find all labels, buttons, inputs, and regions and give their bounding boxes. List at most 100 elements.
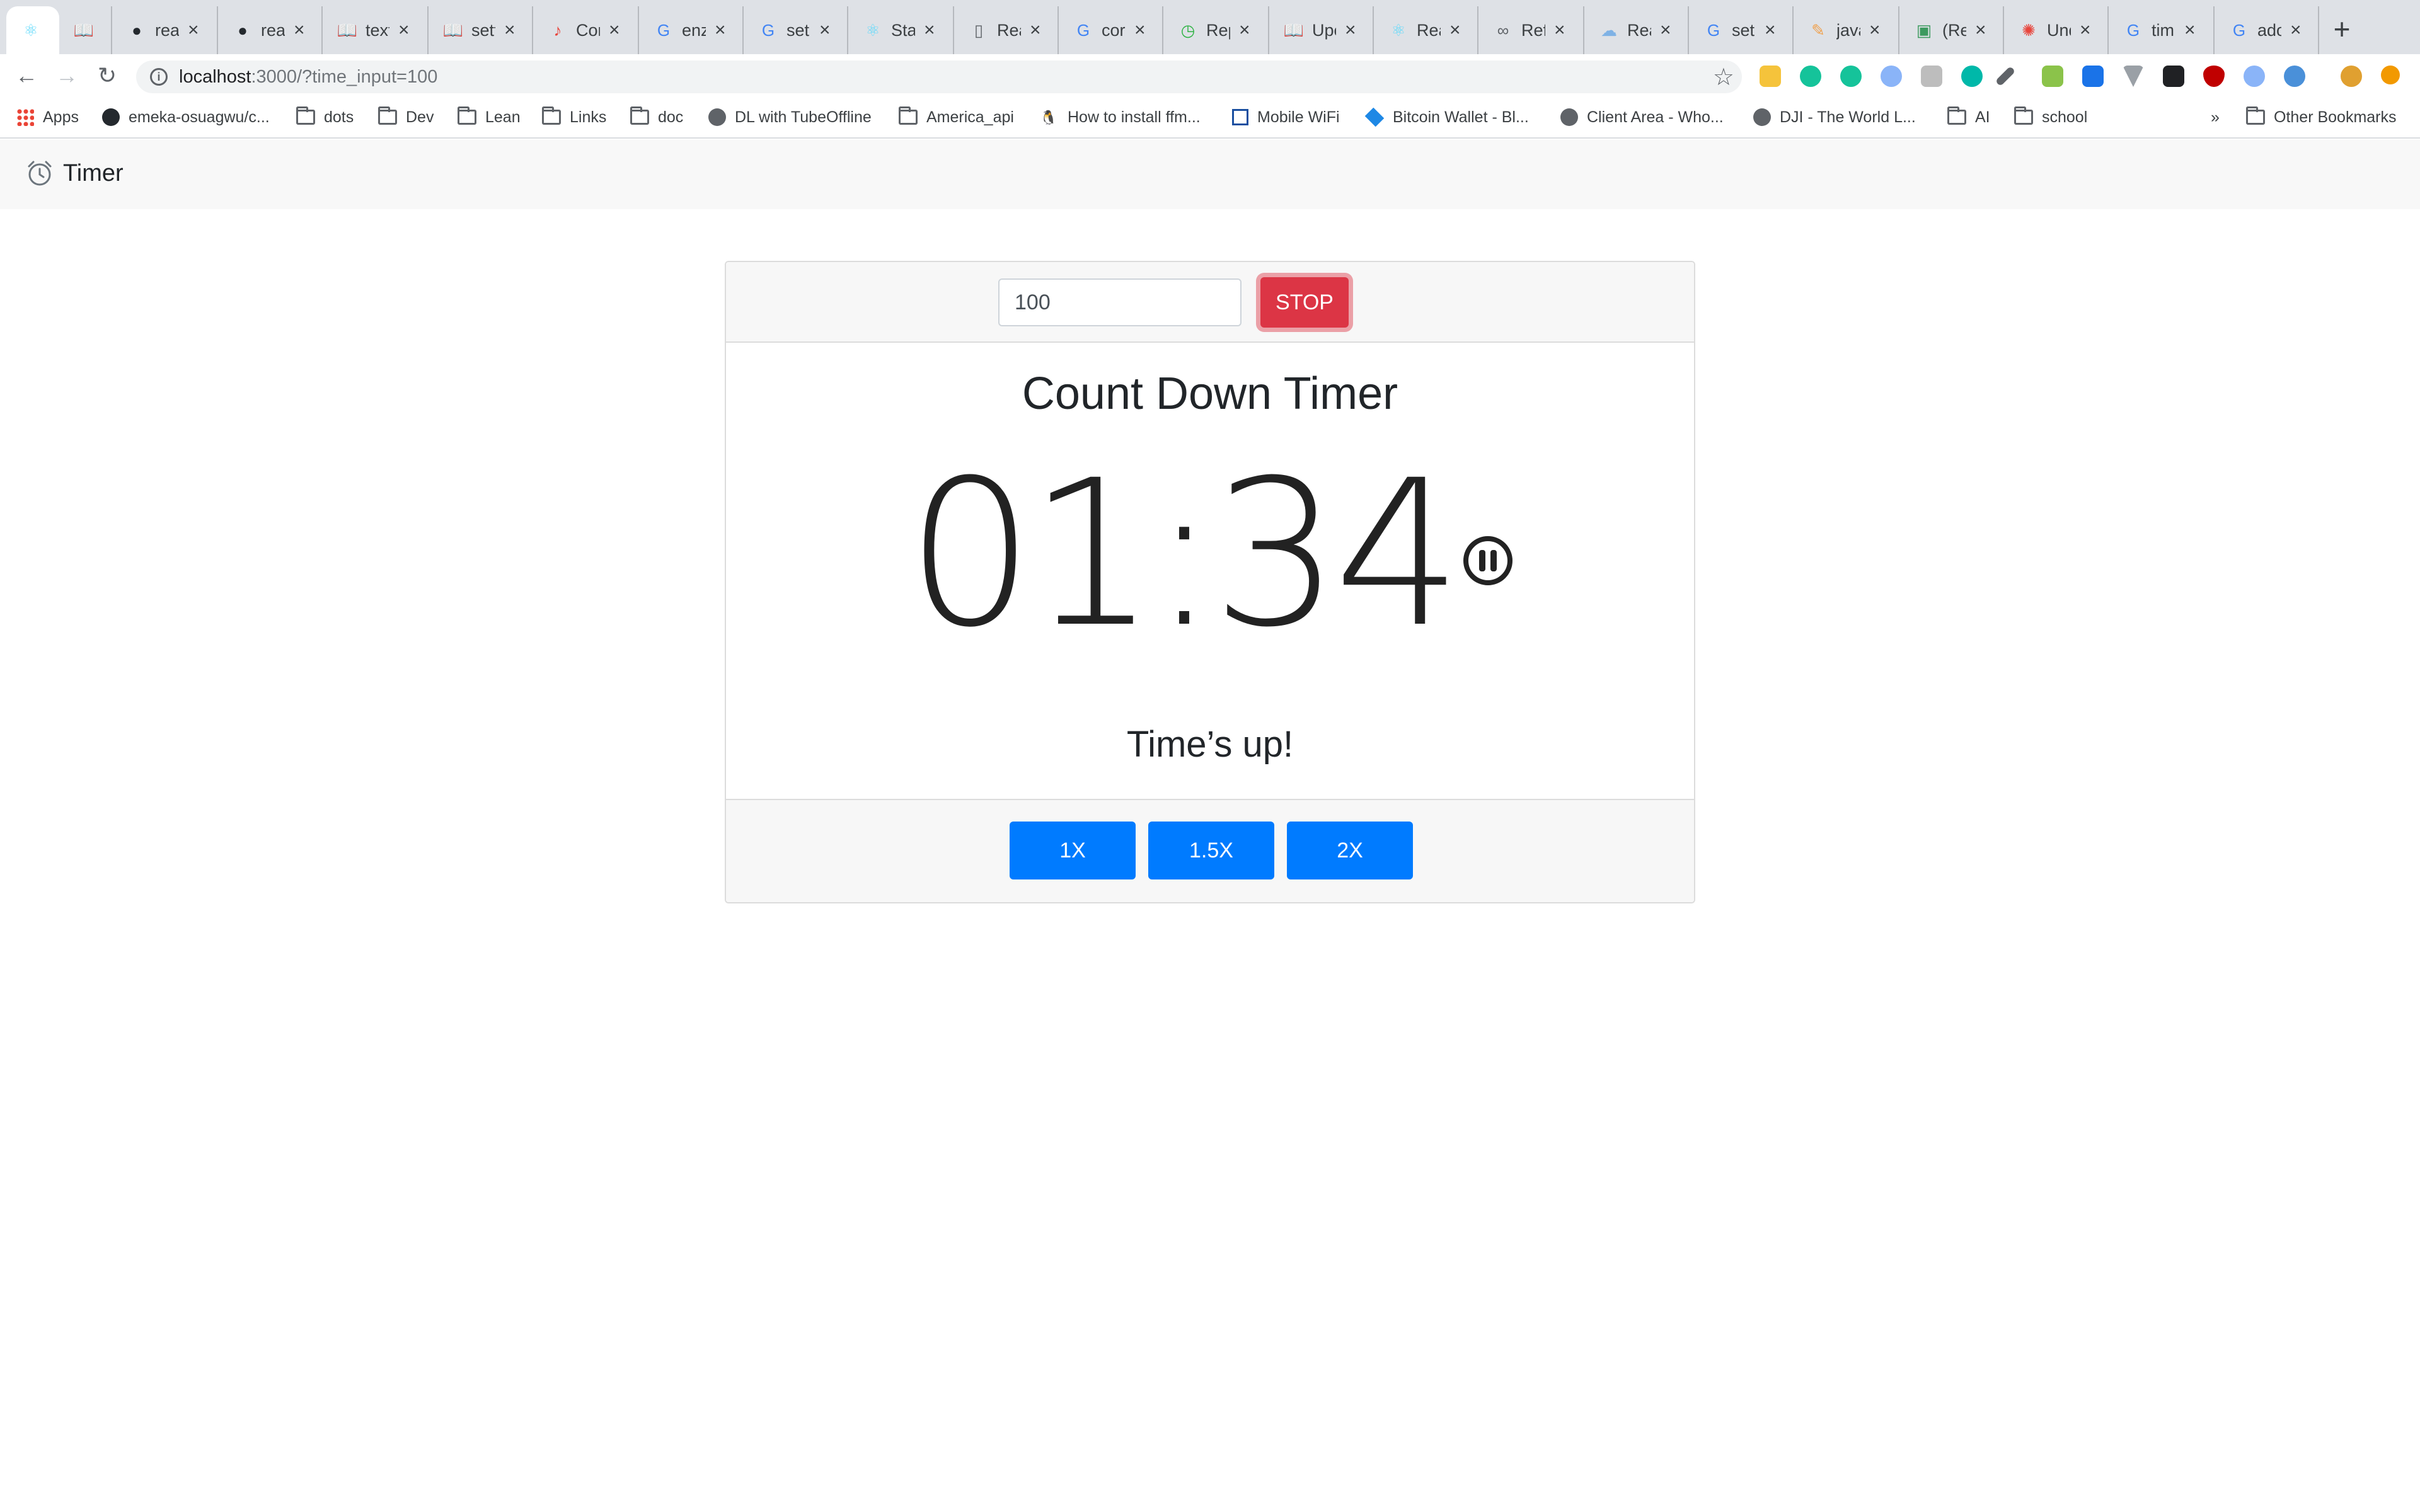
close-tab-icon[interactable]: ×	[1765, 20, 1776, 41]
browser-tab[interactable]: 📖	[59, 6, 112, 54]
close-tab-icon[interactable]: ×	[504, 20, 516, 41]
address-bar[interactable]: i localhost:3000/?time_input=100 ☆	[136, 60, 1742, 93]
close-tab-icon[interactable]: ×	[2290, 20, 2302, 41]
close-tab-icon[interactable]: ×	[819, 20, 831, 41]
bookmark-item[interactable]: AI	[1947, 105, 1990, 130]
browser-tab[interactable]: ✺ Und ×	[2004, 6, 2109, 54]
bookmark-item[interactable]: DJI - The World L...	[1753, 105, 1916, 130]
close-tab-icon[interactable]: ×	[924, 20, 935, 41]
eyedropper-icon[interactable]	[1995, 66, 2016, 87]
bookmark-item[interactable]: school	[2014, 105, 2087, 130]
back-icon[interactable]: ←	[10, 59, 43, 92]
browser-tab[interactable]: ☁ Rea ×	[1584, 6, 1689, 54]
close-tab-icon[interactable]: ×	[1345, 20, 1356, 41]
bookmark-item[interactable]: Dev	[378, 105, 434, 130]
speed-1x-button[interactable]: 1X	[1010, 822, 1136, 879]
extension-icon[interactable]	[1881, 66, 1902, 87]
browser-tab[interactable]: ♪ Cor ×	[533, 6, 639, 54]
browser-tab[interactable]: 📖 text ×	[323, 6, 429, 54]
new-tab-icon[interactable]: +	[2325, 13, 2358, 45]
speed-2x-button[interactable]: 2X	[1287, 822, 1413, 879]
browser-tab[interactable]: Gtim ×	[2109, 6, 2215, 54]
browser-tab[interactable]: ∞ Ref ×	[1478, 6, 1584, 54]
bookmark-item[interactable]: Apps	[16, 105, 79, 130]
tab-title: Cor	[576, 20, 600, 40]
time-input[interactable]	[998, 278, 1242, 326]
extension-icon[interactable]	[1760, 66, 1781, 87]
browser-tab[interactable]: 📖 Upc ×	[1269, 6, 1374, 54]
bookmark-item[interactable]: DL with TubeOffline	[708, 105, 872, 130]
browser-tab[interactable]: ▣ (Re ×	[1899, 6, 2004, 54]
browser-tab[interactable]: Gado ×	[2215, 6, 2319, 54]
forward-icon[interactable]: →	[50, 59, 83, 92]
browser-tab[interactable]: 📖 sett ×	[429, 6, 533, 54]
extension-icon[interactable]	[2244, 66, 2265, 87]
bookmark-item[interactable]: Client Area - Who...	[1560, 105, 1724, 130]
browser-tab[interactable]: Gset ×	[1689, 6, 1794, 54]
close-tab-icon[interactable]: ×	[398, 20, 410, 41]
pause-icon[interactable]	[1462, 535, 1514, 587]
close-tab-icon[interactable]: ×	[2080, 20, 2091, 41]
update-alert-icon[interactable]	[2381, 66, 2400, 84]
profile-avatar[interactable]	[2341, 66, 2362, 87]
folder-icon	[2014, 106, 2033, 125]
bookmark-item[interactable]: dots	[296, 105, 354, 130]
browser-tab[interactable]: ▯ Rea ×	[954, 6, 1059, 54]
info-icon[interactable]: i	[150, 68, 168, 86]
shield-icon[interactable]	[2203, 66, 2225, 87]
browser-tab[interactable]: ● rea ×	[218, 6, 323, 54]
browser-tab[interactable]: Gcor ×	[1059, 6, 1163, 54]
nodejs-icon[interactable]	[2042, 66, 2063, 87]
speed-1-5x-button[interactable]: 1.5X	[1148, 822, 1274, 879]
close-tab-icon[interactable]: ×	[1554, 20, 1565, 41]
bookmark-item[interactable]: Lean	[458, 105, 521, 130]
close-tab-icon[interactable]: ×	[715, 20, 726, 41]
reload-icon[interactable]: ↻	[91, 59, 124, 92]
grammarly-icon[interactable]	[1840, 66, 1862, 87]
close-tab-icon[interactable]: ×	[1975, 20, 1986, 41]
extension-icon[interactable]	[2284, 66, 2305, 87]
bookmark-item[interactable]: Mobile WiFi	[1232, 105, 1340, 130]
grammarly-icon[interactable]	[1800, 66, 1821, 87]
bookmark-item[interactable]: Links	[542, 105, 606, 130]
bookmark-star-icon[interactable]: ☆	[1713, 63, 1734, 91]
extension-icon[interactable]	[1961, 66, 1983, 87]
browser-tab[interactable]: Gset ×	[744, 6, 848, 54]
bookmark-item[interactable]: Bitcoin Wallet - Bl...	[1364, 105, 1529, 130]
bookmarks-overflow-button[interactable]: »	[2211, 105, 2220, 130]
browser-tab[interactable]: ⚛	[6, 6, 59, 54]
book-icon: 📖	[73, 20, 95, 40]
extension-icon[interactable]	[1921, 66, 1942, 87]
close-tab-icon[interactable]: ×	[1449, 20, 1461, 41]
close-tab-icon[interactable]: ×	[188, 20, 199, 41]
extension-icon[interactable]	[2082, 66, 2104, 87]
browser-tab[interactable]: ⚛ Rea ×	[1374, 6, 1478, 54]
whois-icon	[1560, 108, 1578, 126]
close-tab-icon[interactable]: ×	[1660, 20, 1671, 41]
bookmark-item[interactable]: emeka-osuagwu/c...	[102, 105, 270, 130]
browser-tab[interactable]: ✎ java ×	[1794, 6, 1899, 54]
vue-devtools-icon[interactable]	[2123, 66, 2144, 87]
browser-tab[interactable]: Genz ×	[639, 6, 744, 54]
navbar-brand[interactable]: Timer	[25, 159, 124, 188]
browser-tab[interactable]: ◷ Rep ×	[1163, 6, 1269, 54]
url-text[interactable]: localhost:3000/?time_input=100	[179, 67, 437, 88]
close-tab-icon[interactable]: ×	[1239, 20, 1250, 41]
close-tab-icon[interactable]: ×	[609, 20, 620, 41]
close-tab-icon[interactable]: ×	[2184, 20, 2196, 41]
card-body: Count Down Timer 01:34 Time’s up!	[726, 343, 1694, 799]
timer-icon: ◷	[1180, 20, 1196, 40]
extension-icon[interactable]	[2163, 66, 2184, 87]
close-tab-icon[interactable]: ×	[1134, 20, 1146, 41]
bookmark-item[interactable]: America_api	[899, 105, 1014, 130]
browser-tab[interactable]: ● rea ×	[112, 6, 218, 54]
close-tab-icon[interactable]: ×	[1869, 20, 1881, 41]
close-tab-icon[interactable]: ×	[1030, 20, 1041, 41]
bookmark-label: Links	[570, 108, 607, 126]
stop-button[interactable]: STOP	[1260, 277, 1349, 328]
bookmark-item[interactable]: doc	[630, 105, 683, 130]
bookmark-item[interactable]: 🐧 How to install ffm...	[1040, 105, 1201, 130]
close-tab-icon[interactable]: ×	[294, 20, 305, 41]
other-bookmarks[interactable]: Other Bookmarks	[2246, 105, 2397, 130]
browser-tab[interactable]: ⚛ Sta ×	[848, 6, 954, 54]
